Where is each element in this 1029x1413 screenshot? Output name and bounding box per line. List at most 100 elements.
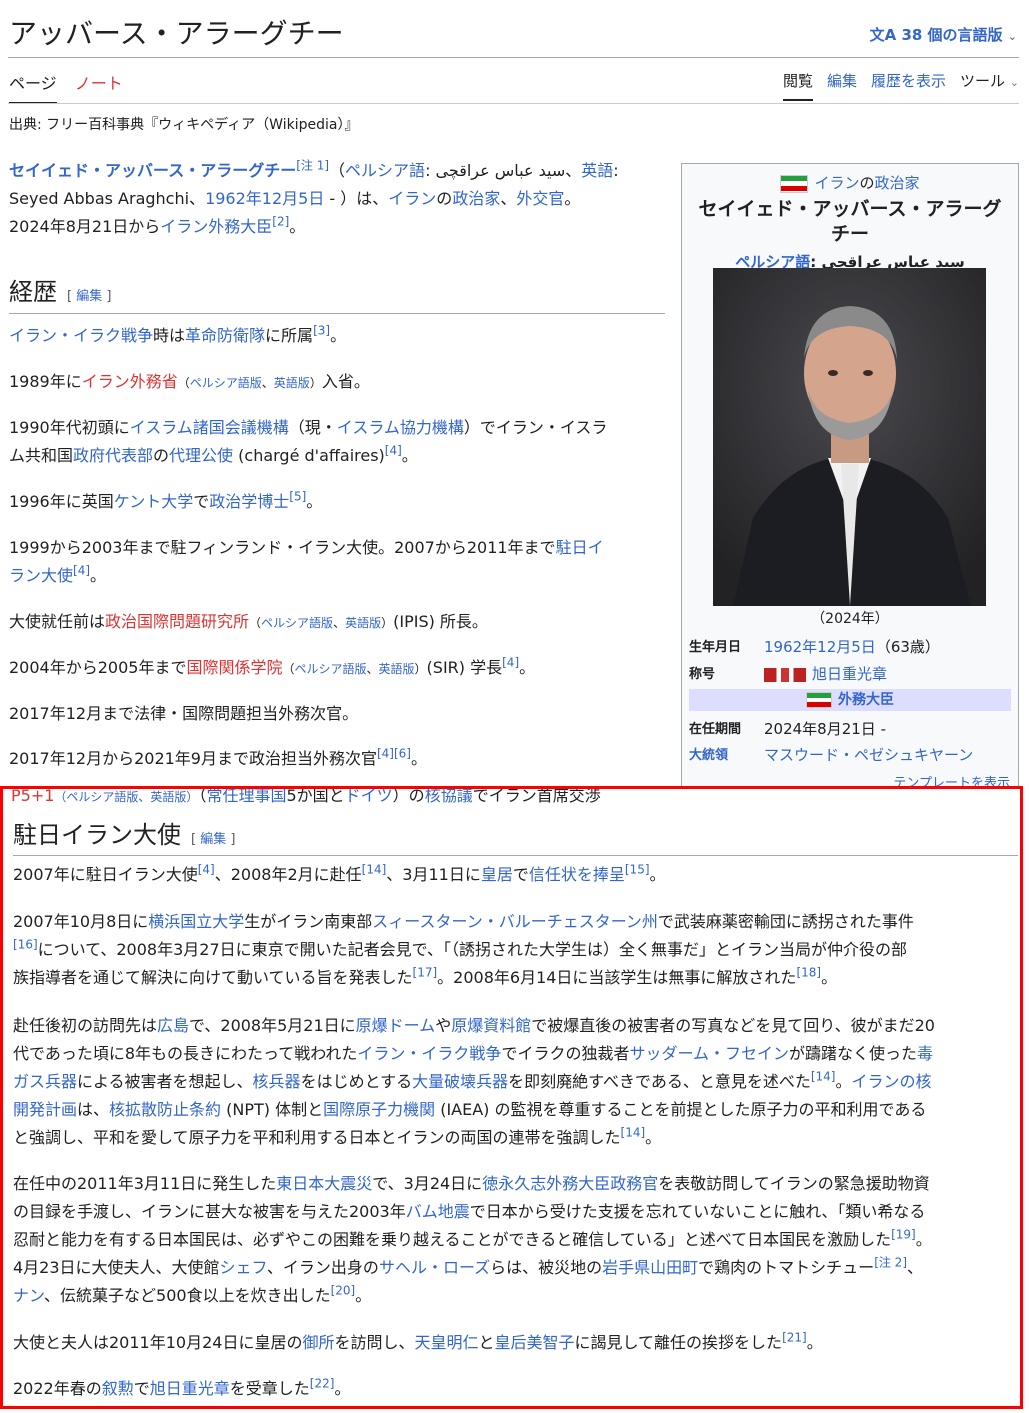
link-decoration[interactable]: 叙勲 (102, 1379, 134, 1398)
link-nuclear-talks[interactable]: 核協議 (425, 789, 473, 805)
link-chemical-weapons-cont[interactable]: ガス兵器 (13, 1072, 77, 1091)
ref-link[interactable]: [4] (377, 747, 394, 761)
ref-link[interactable]: [19] (891, 1228, 916, 1242)
ref-link[interactable]: [4] (73, 564, 90, 578)
link-permanent-mission[interactable]: 政府代表部 (73, 446, 153, 465)
section-heading-ambassador: 駐日イラン大使 [ 編集 ] (13, 815, 235, 850)
link-credentials[interactable]: 信任状を捧呈 (529, 865, 625, 884)
link-order-rising-sun[interactable]: 旭日重光章 (150, 1379, 230, 1398)
link-iaea[interactable]: 国際原子力機関 (323, 1100, 435, 1119)
link-emperor-akihito[interactable]: 天皇明仁 (414, 1333, 478, 1352)
link-hiroshima[interactable]: 広島 (157, 1016, 189, 1035)
link-persian-version[interactable]: ペルシア語版 (261, 616, 333, 630)
link-parliamentary-secretary[interactable]: 外務大臣政務官 (546, 1174, 658, 1193)
link-oic[interactable]: イスラム諸国会議機構 (130, 418, 289, 437)
link-iran[interactable]: イラン (814, 174, 859, 192)
ref-link[interactable]: [4] (198, 863, 215, 877)
link-nuclear-weapons[interactable]: 核兵器 (253, 1072, 301, 1091)
link-sir[interactable]: 国際関係学院 (186, 658, 282, 677)
ref-link[interactable]: [18] (796, 966, 821, 980)
link-diplomat[interactable]: 外交官 (516, 189, 564, 208)
link-sistan-baluchestan[interactable]: スィースターン・バルーチェスターン州 (372, 912, 658, 931)
link-iran-nuclear-program-cont[interactable]: 開発計画 (13, 1100, 77, 1119)
link-persian-version[interactable]: ペルシア語版 (294, 662, 366, 676)
link-wmd[interactable]: 大量破壊兵器 (412, 1072, 508, 1091)
link-ambassador-japan-cont[interactable]: ラン大使 (9, 566, 73, 585)
link-npt[interactable]: 核拡散防止条約 (109, 1100, 221, 1119)
link-chemical-weapons[interactable]: 毒 (917, 1044, 933, 1063)
link-pezeshkian[interactable]: マスウード・ペゼシュキヤーン (764, 746, 973, 764)
link-yamada-town[interactable]: 岩手県山田町 (602, 1258, 698, 1277)
link-iran-mfa[interactable]: イラン外務省 (82, 372, 178, 391)
ref-link[interactable]: [21] (782, 1331, 807, 1345)
tab-page[interactable]: ページ (9, 70, 57, 104)
tab-edit[interactable]: 編集 (827, 70, 857, 101)
link-kent-university[interactable]: ケント大学 (114, 492, 194, 511)
link-p5plus1[interactable]: P5+1 (11, 789, 54, 805)
ref-link[interactable]: [14] (811, 1070, 836, 1084)
tools-menu[interactable]: ツール ⌄ (960, 70, 1019, 101)
intro-paragraph: セイイェド・アッバース・アラーグチー[注 1]（ペルシア語: سید عباس … (9, 158, 619, 236)
ref-link[interactable]: [3] (313, 324, 330, 338)
ref-link[interactable]: [15] (625, 863, 650, 877)
tab-history[interactable]: 履歴を表示 (871, 70, 946, 101)
link-persian[interactable]: ペルシア語 (345, 161, 425, 180)
ref-link[interactable]: [14] (362, 863, 387, 877)
link-iran-nuclear-program[interactable]: イランの核 (852, 1072, 932, 1091)
note-ref[interactable]: [注 1] (296, 159, 329, 173)
link-iran-iraq-war[interactable]: イラン・イラク戦争 (357, 1044, 501, 1063)
link-permanent-members[interactable]: 常任理事国 (206, 789, 286, 805)
portrait-photo[interactable] (713, 268, 986, 606)
link-iran[interactable]: イラン (388, 189, 436, 208)
ref-link[interactable]: [17] (413, 966, 438, 980)
tab-read[interactable]: 閲覧 (782, 70, 813, 101)
link-naan[interactable]: ナン (13, 1286, 44, 1305)
ref-link[interactable]: [4] (385, 444, 402, 458)
link-empress-michiko[interactable]: 皇后美智子 (495, 1333, 575, 1352)
link-germany[interactable]: ドイツ (345, 789, 393, 805)
edit-section-link[interactable]: [ 編集 ] (67, 289, 111, 304)
link-english-version[interactable]: 英語版 (345, 616, 381, 630)
link-saddam-hussein[interactable]: サッダーム・フセイン (629, 1044, 789, 1063)
link-ambassador-japan[interactable]: 駐日イ (556, 538, 604, 557)
ref-link[interactable]: [16] (13, 938, 38, 952)
link-birthdate[interactable]: 1962年12月5日 (205, 189, 324, 208)
link-english-version[interactable]: 英語版 (274, 376, 310, 390)
link-atomic-dome[interactable]: 原爆ドーム (356, 1016, 436, 1035)
link-gosho[interactable]: 御所 (302, 1333, 334, 1352)
link-imperial-palace[interactable]: 皇居 (481, 865, 513, 884)
ref-link[interactable]: [22] (310, 1377, 335, 1391)
language-selector[interactable]: 文A 38 個の言語版 ⌄ (870, 24, 1017, 45)
link-english-version[interactable]: 英語版 (379, 662, 415, 676)
link-peace-museum[interactable]: 原爆資料館 (451, 1016, 531, 1035)
link-oic-new[interactable]: イスラム協力機構 (337, 418, 464, 437)
ref-link[interactable]: [5] (289, 490, 306, 504)
ref-link[interactable]: [14] (621, 1126, 646, 1140)
link-order-rising-sun[interactable]: 旭日重光章 (812, 665, 887, 683)
link-chef[interactable]: シェフ (220, 1258, 267, 1277)
link-english[interactable]: 英語 (581, 161, 613, 180)
ref-link[interactable]: [2] (272, 215, 289, 229)
link-yokohama-university[interactable]: 横浜国立大学 (148, 912, 244, 931)
link-ipis[interactable]: 政治国際問題研究所 (105, 612, 249, 631)
ref-link[interactable]: [20] (331, 1284, 356, 1298)
link-phd[interactable]: 政治学博士 (209, 492, 289, 511)
link-charge-daffaires[interactable]: 代理公使 (169, 446, 233, 465)
link-sahel-rosa[interactable]: サヘル・ローズ (379, 1258, 490, 1277)
link-foreign-minister[interactable]: 外務大臣 (838, 692, 894, 708)
tab-talk[interactable]: ノート (75, 70, 123, 104)
link-tohoku-earthquake[interactable]: 東日本大震災 (276, 1174, 372, 1193)
link-bam-earthquake[interactable]: バム地震 (406, 1202, 470, 1221)
ref-link[interactable]: [4] (502, 656, 519, 670)
link-persian-version[interactable]: ペルシア語版 (190, 376, 262, 390)
note-ref[interactable]: [注 2] (874, 1256, 907, 1270)
edit-section-link[interactable]: [ 編集 ] (191, 832, 235, 847)
link-birthdate[interactable]: 1962年12月5日 (764, 638, 876, 656)
link-tokunaga[interactable]: 徳永久志 (482, 1174, 546, 1193)
link-foreign-minister[interactable]: イラン外務大臣 (160, 217, 272, 236)
link-iran-iraq-war[interactable]: イラン・イラク戦争 (9, 326, 153, 345)
link-politician[interactable]: 政治家 (875, 174, 920, 192)
link-politician[interactable]: 政治家 (452, 189, 500, 208)
link-irgc[interactable]: 革命防衛隊 (185, 326, 265, 345)
ref-link[interactable]: [6] (394, 747, 411, 761)
